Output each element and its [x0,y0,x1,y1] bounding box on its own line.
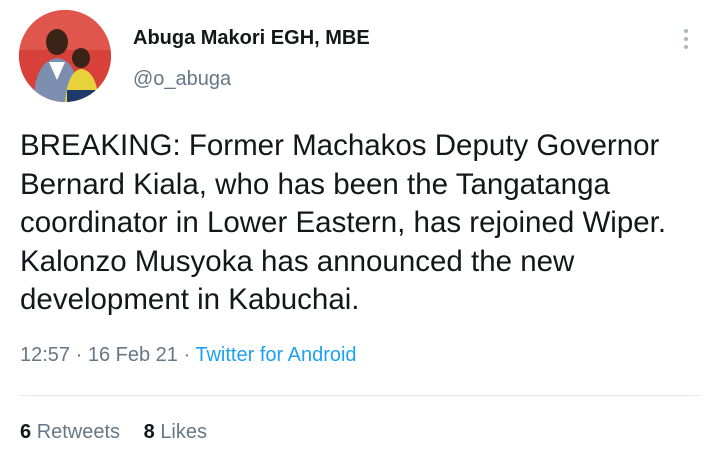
tweet-time[interactable]: 12:57 [20,344,70,366]
avatar[interactable] [19,10,111,102]
meta-separator: · [183,344,191,366]
tweet-meta: 12:57 · 16 Feb 21 · Twitter for Android [20,344,357,367]
author-handle[interactable]: @o_abuga [133,68,231,91]
tweet-date[interactable]: 16 Feb 21 [88,344,178,366]
retweets-count: 6 [20,421,32,443]
more-dot [684,37,688,41]
divider [20,395,700,396]
retweets-stat[interactable]: 6 Retweets [20,421,120,443]
meta-separator: · [75,344,83,366]
avatar-photo [19,10,111,102]
tweet-stats: 6 Retweets 8 Likes [20,421,225,444]
tweet-text: BREAKING: Former Machakos Deputy Governo… [20,129,667,316]
author-display-name[interactable]: Abuga Makori EGH, MBE [133,27,370,50]
tweet-source-link[interactable]: Twitter for Android [195,344,356,366]
more-dot [684,29,688,33]
more-dot [684,45,688,49]
likes-stat[interactable]: 8 Likes [144,421,207,443]
likes-count: 8 [143,421,155,443]
more-vertical-icon[interactable] [676,26,696,52]
likes-label: Likes [160,421,208,443]
retweets-label: Retweets [36,421,121,443]
